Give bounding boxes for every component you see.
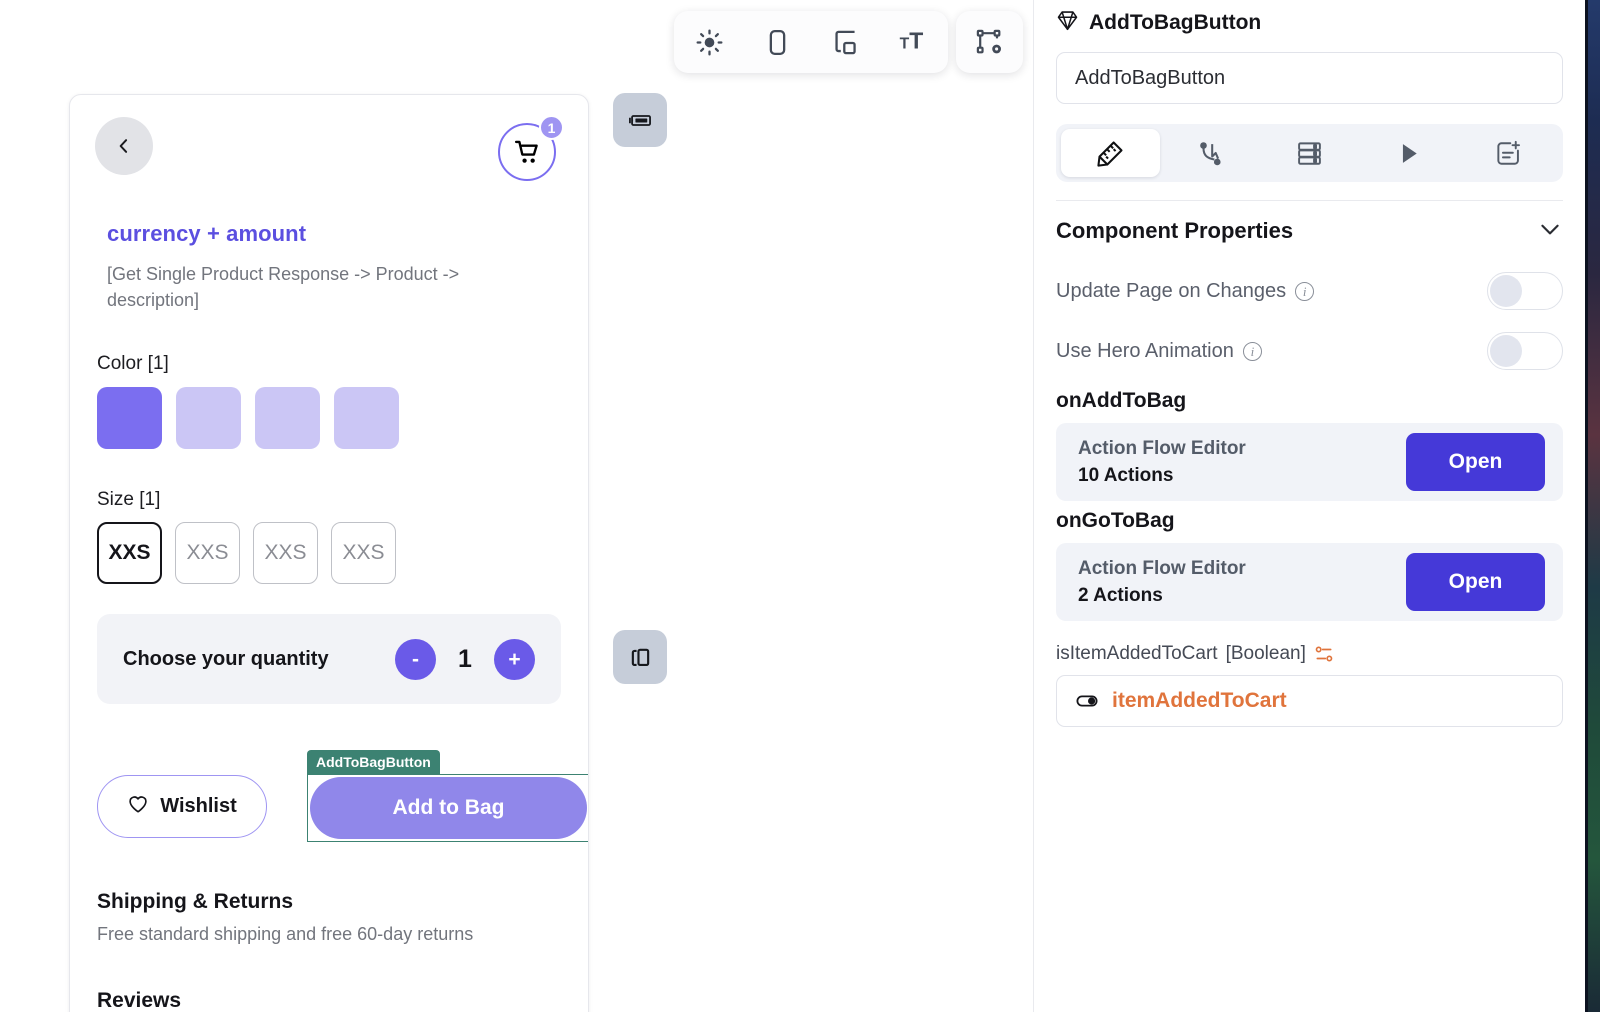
heart-icon [127,793,149,821]
product-description: [Get Single Product Response -> Product … [107,264,460,311]
phone-header: 1 [70,95,588,203]
panel-tab-bar [1056,124,1563,182]
size-option[interactable]: XXS [331,522,396,585]
theme-brightness-icon[interactable] [688,21,730,63]
component-diamond-icon [1056,9,1079,38]
panel-header: AddToBagButton AddToBagButton [1034,0,1585,201]
tab-backend[interactable] [1260,129,1359,177]
color-swatch[interactable] [176,387,241,450]
update-page-toggle[interactable] [1487,272,1563,310]
property-row-update-page: Update Page on Changes i [1056,261,1563,321]
duplicate-widget-icon[interactable] [613,630,667,684]
device-phone-icon[interactable] [756,21,798,63]
color-swatch-row [97,387,588,450]
info-icon[interactable]: i [1242,341,1262,361]
shipping-text: Free standard shipping and free 60-day r… [97,924,474,945]
color-swatch[interactable] [334,387,399,450]
toggle-knob [1490,275,1522,307]
phone-preview: 1 currency + amount [Get Single Product … [69,94,589,1012]
component-properties-header[interactable]: Component Properties [1056,201,1563,261]
parameter-value-field[interactable]: itemAddedToCart [1056,675,1563,727]
cart-count-badge: 1 [539,115,564,140]
parameter-value-text: itemAddedToCart [1112,689,1287,712]
hero-animation-toggle[interactable] [1487,332,1563,370]
font-size-icon[interactable]: T T [892,21,934,63]
property-label: Update Page on Changes i [1056,279,1315,303]
cart-button[interactable]: 1 [498,115,564,181]
svg-text:T: T [899,35,909,52]
open-action-flow-button[interactable]: Open [1406,433,1545,491]
flow-editor-label: Action Flow Editor [1078,437,1246,459]
product-price: currency + amount [107,221,307,246]
property-label-text: Update Page on Changes [1056,279,1287,302]
event-name-on-go-to-bag: onGoToBag [1056,509,1175,532]
color-swatch[interactable] [255,387,320,450]
panel-body: Component Properties Update Page on Chan… [1034,201,1585,727]
flow-card-texts: Action Flow Editor 2 Actions [1078,558,1406,607]
size-option-row: XXS XXS XXS XXS [97,522,588,585]
property-label-text: Use Hero Animation [1056,339,1234,362]
widget-settings-icon[interactable] [956,11,1023,73]
parameter-type: [Boolean] [1225,643,1306,664]
open-action-flow-button[interactable]: Open [1406,553,1545,611]
chevron-down-icon[interactable] [1537,216,1563,247]
size-label: Size [1] [97,489,161,511]
property-row-hero-animation: Use Hero Animation i [1056,321,1563,381]
wishlist-label: Wishlist [160,795,237,818]
tab-documentation[interactable] [1459,129,1558,177]
color-swatch[interactable] [97,387,162,450]
size-option[interactable]: XXS [97,522,162,585]
parameter-label-row: isItemAddedToCart [Boolean] [1056,643,1563,665]
add-to-bag-button[interactable]: Add to Bag [310,777,587,840]
section-title: Component Properties [1056,218,1294,243]
flow-card-texts: Action Flow Editor 10 Actions [1078,438,1406,487]
color-label: Color [1] [97,353,169,375]
info-icon[interactable]: i [1295,281,1315,301]
tab-design[interactable] [1061,129,1161,177]
quantity-stepper: Choose your quantity - 1 + [97,614,561,705]
action-flow-card-on-add-to-bag: Action Flow Editor 10 Actions Open [1056,423,1563,501]
app-root: T T 1 currency + amount [Get Single Prod… [0,0,1600,1012]
component-name-input[interactable]: AddToBagButton [1056,52,1563,104]
svg-text:T: T [909,28,923,54]
component-title-row: AddToBagButton [1056,0,1563,40]
flow-actions-count: 10 Actions [1078,464,1174,486]
tab-animations[interactable] [1359,129,1458,177]
flow-actions-count: 2 Actions [1078,584,1163,606]
properties-panel: AddToBagButton AddToBagButton Component … [1033,0,1585,1012]
shipping-title: Shipping & Returns [97,890,293,914]
property-label: Use Hero Animation i [1056,340,1262,363]
wishlist-button[interactable]: Wishlist [97,775,267,839]
tab-actions[interactable] [1160,129,1259,177]
flow-editor-label: Action Flow Editor [1078,557,1246,579]
component-title: AddToBagButton [1089,11,1262,34]
boolean-toggle-icon [1075,689,1099,713]
size-option[interactable]: XXS [175,522,240,585]
quantity-increment-button[interactable]: + [494,638,535,680]
action-flow-card-on-go-to-bag: Action Flow Editor 2 Actions Open [1056,543,1563,621]
parameter-settings-icon[interactable] [1314,644,1334,664]
size-option[interactable]: XXS [253,522,318,585]
quantity-value: 1 [458,644,472,673]
event-name-on-add-to-bag: onAddToBag [1056,389,1187,412]
design-canvas: T T 1 currency + amount [Get Single Prod… [0,0,1033,1012]
canvas-toolbar: T T [674,11,948,73]
product-actions-row: Wishlist AddToBagButton Add to Bag [97,750,588,843]
responsive-layout-icon[interactable] [824,21,866,63]
reviews-title: Reviews [97,989,182,1012]
parameter-name: isItemAddedToCart [1056,643,1218,664]
toggle-knob [1490,335,1522,367]
screen-edge-strip [1585,0,1600,1012]
select-parent-widget-icon[interactable] [613,93,667,147]
quantity-decrement-button[interactable]: - [395,638,436,680]
selected-widget-overlay: AddToBagButton Add to Bag [307,750,588,843]
selection-tag-label: AddToBagButton [307,750,440,775]
quantity-label: Choose your quantity [123,647,329,670]
back-button[interactable] [95,117,153,175]
